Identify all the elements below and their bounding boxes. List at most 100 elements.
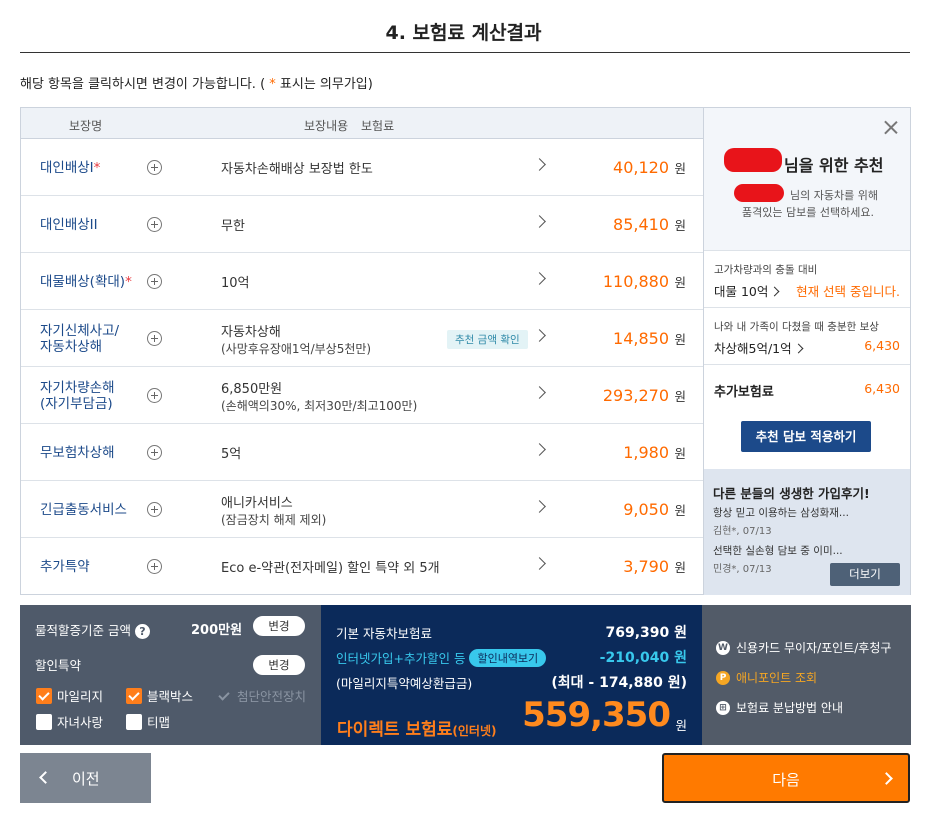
vehicle-base-label: 물적할증기준 금액? (35, 620, 150, 639)
table-row[interactable]: 긴급출동서비스 애니카서비스 (잠금장치 해제 제외) 9,050 원 (21, 481, 703, 538)
options-summary: 물적할증기준 금액? 200만원 변경 할인특약 변경 마일리지 블랙박스 첨단… (20, 605, 321, 745)
checkbox-blackbox[interactable]: 블랙박스 (126, 686, 193, 705)
currency-unit: 원 (674, 275, 686, 290)
final-premium-label: 다이렉트 보험료(인터넷) (337, 720, 497, 740)
table-header: 보장명 보장내용 보험료 (21, 108, 703, 139)
coverage-desc: 6,850만원 (손해액의30%, 최저30만/최고100만) (221, 381, 418, 413)
more-reviews-button[interactable]: 더보기 (830, 563, 900, 586)
payment-links: W 신용카드 무이자/포인트/후청구 P 애니포인트 조회 ⊞ 보험료 분납방법 안내 (702, 605, 911, 745)
chevron-right-icon (533, 215, 546, 228)
table-row[interactable]: 자기차량손해 (자기부담금) 6,850만원 (손해액의30%, 최저30만/최고10… (21, 367, 703, 424)
chevron-right-icon (533, 329, 546, 342)
page-title: 4. 보험료 계산결과 (385, 22, 542, 44)
premium-value: 40,120 (613, 158, 669, 177)
coverage-name: 대물배상(확대)* (40, 273, 132, 290)
card-benefits-link[interactable]: W 신용카드 무이자/포인트/후청구 (716, 639, 891, 656)
plus-circle-icon[interactable] (147, 502, 162, 517)
coverage-desc: 자동차손해배상 보장법 한도 (221, 162, 373, 177)
plus-circle-icon[interactable] (147, 160, 162, 175)
chevron-right-icon (793, 343, 804, 354)
final-premium-value: 559,350 (522, 695, 671, 735)
header-premium: 보험료 (361, 119, 395, 133)
redacted-name (724, 148, 782, 172)
final-premium-unit: 원 (675, 718, 687, 733)
review-text[interactable]: 항상 믿고 이용하는 삼성화재... (713, 505, 849, 520)
table-row[interactable]: 추가특약 Eco e-약관(전자메일) 할인 특약 외 5개 3,790 원 (21, 538, 703, 595)
table-row[interactable]: 대물배상(확대)* 10억 110,880 원 (21, 253, 703, 310)
table-row[interactable]: 대인배상I* 자동차손해배상 보장법 한도 40,120 원 (21, 139, 703, 196)
header-content: 보장내용 (304, 119, 349, 133)
required-star: * (125, 273, 132, 290)
recommend-amount-tag[interactable]: 추천 금액 확인 (447, 330, 528, 349)
checkbox-safety: 첨단안전장치 (216, 686, 306, 705)
plus-circle-icon[interactable] (147, 559, 162, 574)
help-icon[interactable]: ? (134, 624, 150, 639)
anypoint-link[interactable]: P 애니포인트 조회 (716, 669, 817, 686)
recommend-option[interactable]: 나와 내 가족이 다쳤을 때 충분한 보상 차상해5억/1억 6,430 (704, 308, 910, 365)
table-row[interactable]: 자기신체사고/자동차상해 자동차상해 (사망후유장애1억/부상5천만) 추천 금액 확… (21, 310, 703, 367)
checkbox-checked-icon (126, 687, 142, 704)
mileage-refund-label: (마일리지특약예상환급금) (336, 676, 473, 691)
plus-circle-icon[interactable] (147, 331, 162, 346)
extra-premium: 추가보험료 6,430 (714, 381, 900, 400)
installment-link[interactable]: ⊞ 보험료 분납방법 안내 (716, 699, 843, 716)
plus-circle-icon[interactable] (147, 388, 162, 403)
reviews-title: 다른 분들의 생생한 가입후기! (713, 486, 870, 501)
coverage-name: 대인배상I* (40, 159, 101, 176)
next-button[interactable]: 다음 (662, 753, 910, 803)
plus-circle-icon[interactable] (147, 274, 162, 289)
currency-unit: 원 (674, 503, 686, 518)
prev-button[interactable]: 이전 (20, 753, 151, 803)
checkbox-children[interactable]: 자녀사랑 (36, 712, 103, 731)
required-star: * (93, 159, 101, 176)
checkbox-empty-icon (126, 713, 142, 730)
currency-unit: 원 (674, 218, 686, 233)
premium-value: 14,850 (613, 329, 669, 348)
chevron-right-icon (533, 386, 546, 399)
close-icon[interactable] (884, 120, 898, 134)
checkbox-checked-icon (36, 687, 52, 704)
review-meta: 김현*, 07/13 (713, 526, 772, 537)
currency-unit: 원 (674, 560, 686, 575)
currency-unit: 원 (674, 332, 686, 347)
coverage-desc: Eco e-약관(전자메일) 할인 특약 외 5개 (221, 561, 440, 576)
discount-label: 할인특약 (35, 658, 82, 673)
review-text[interactable]: 선택한 실손형 담보 중 이미... (713, 543, 843, 558)
premium-value: 3,790 (623, 557, 669, 576)
change-button[interactable]: 변경 (253, 616, 305, 636)
plus-circle-icon[interactable] (147, 445, 162, 460)
premium-summary: 기본 자동차보험료 769,390 원 인터넷가입+추가할인 등 할인내역보기 -… (321, 605, 702, 745)
coverage-desc: 무한 (221, 219, 245, 234)
header-coverage: 보장명 (69, 119, 103, 133)
premium-value: 1,980 (623, 443, 669, 462)
title-divider (20, 52, 910, 53)
won-icon: W (716, 640, 730, 655)
chevron-right-icon (533, 443, 546, 456)
coverage-desc: 5억 (221, 447, 242, 462)
currency-unit: 원 (674, 161, 686, 176)
recommend-message: 님의 자동차를 위해 품격있는 담보를 선택하세요. (742, 189, 878, 219)
point-icon: P (716, 670, 730, 685)
premium-value: 293,270 (602, 386, 669, 405)
coverage-name: 무보험차상해 (40, 444, 115, 461)
coverage-desc: 애니카서비스 (잠금장치 해제 제외) (221, 495, 327, 527)
recommend-panel: 님을 위한 추천 님의 자동차를 위해 품격있는 담보를 선택하세요. 고가차량… (703, 107, 911, 595)
discount-row: 인터넷가입+추가할인 등 할인내역보기 (336, 648, 547, 667)
checkbox-disabled-icon (216, 688, 232, 704)
plus-circle-icon[interactable] (147, 217, 162, 232)
reviews-box: 다른 분들의 생생한 가입후기! 항상 믿고 이용하는 삼성화재... 김현*,… (704, 469, 910, 595)
checkbox-tmap[interactable]: 티맵 (126, 712, 170, 731)
discount-detail-button[interactable]: 할인내역보기 (469, 649, 547, 667)
table-row[interactable]: 대인배상II 무한 85,410 원 (21, 196, 703, 253)
recommend-title: 님을 위한 추천 (784, 156, 884, 175)
table-row[interactable]: 무보험차상해 5억 1,980 원 (21, 424, 703, 481)
apply-recommend-button[interactable]: 추천 담보 적용하기 (741, 421, 871, 452)
premium-value: 110,880 (602, 272, 669, 291)
currency-unit: 원 (674, 389, 686, 404)
premium-value: 85,410 (613, 215, 669, 234)
recommend-option[interactable]: 고가차량과의 충돌 대비 대물 10억 현재 선택 중입니다. (704, 251, 910, 308)
calculator-icon: ⊞ (716, 700, 730, 715)
base-premium-value: 769,390 원 (605, 625, 687, 641)
change-discount-button[interactable]: 변경 (253, 655, 305, 675)
checkbox-mileage[interactable]: 마일리지 (36, 686, 103, 705)
